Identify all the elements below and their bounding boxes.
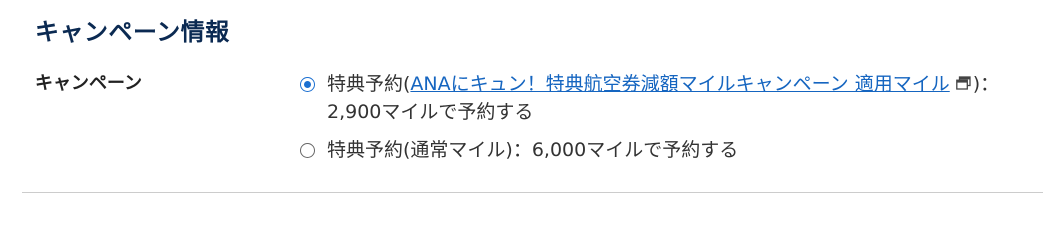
campaign-options: 特典予約(ANAにキュン！特典航空券減額マイルキャンペーン 適用マイル )：2,… (300, 70, 1035, 164)
divider (22, 192, 1043, 193)
new-window-icon (955, 76, 971, 90)
radio-regular[interactable] (300, 143, 315, 158)
campaign-link[interactable]: ANAにキュン！特典航空券減額マイルキャンペーン 適用マイル (410, 73, 949, 95)
campaign-option-discount[interactable]: 特典予約(ANAにキュン！特典航空券減額マイルキャンペーン 適用マイル )：2,… (300, 70, 1035, 126)
campaign-option-regular[interactable]: 特典予約(通常マイル)：6,000マイルで予約する (300, 136, 1035, 164)
campaign-option-discount-text: 特典予約(ANAにキュン！特典航空券減額マイルキャンペーン 適用マイル )：2,… (327, 70, 1035, 126)
radio-discount[interactable] (300, 77, 315, 92)
campaign-info-panel: キャンペーン情報 キャンペーン 特典予約(ANAにキュン！特典航空券減額マイルキ… (0, 0, 1051, 208)
campaign-option-regular-text: 特典予約(通常マイル)：6,000マイルで予約する (327, 139, 739, 161)
option-prefix: 特典予約( (327, 73, 411, 95)
section-title: キャンペーン情報 (35, 18, 230, 46)
campaign-field-label: キャンペーン (35, 73, 143, 94)
